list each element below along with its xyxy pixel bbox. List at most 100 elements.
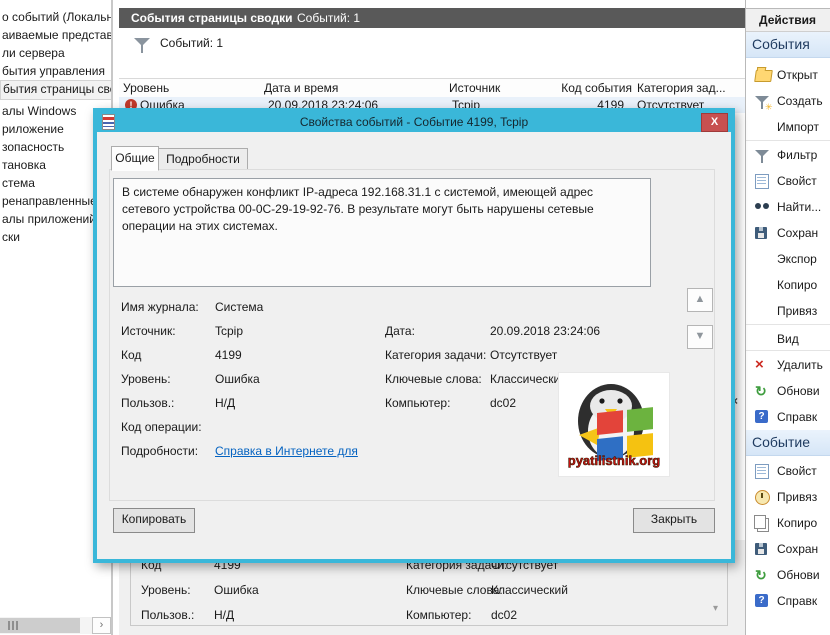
action-label: Обнови — [777, 378, 820, 404]
source-value: Tcpip — [215, 324, 243, 338]
scroll-right-button[interactable]: › — [92, 617, 111, 634]
date-label: Дата: — [385, 324, 415, 338]
online-help-link[interactable]: Справка в Интернете для — [215, 444, 358, 458]
event-action-properties[interactable]: Свойст — [746, 458, 830, 484]
event-properties-dialog: Свойства событий - Событие 4199, Tcpip X… — [93, 108, 735, 563]
keywords-label: Ключевые слова: — [385, 372, 482, 386]
preview-scroll-down-icon[interactable]: ▾ — [713, 603, 718, 614]
action-open-saved-log[interactable]: Открыт — [746, 62, 830, 88]
action-label: Создать — [777, 88, 823, 114]
action-properties[interactable]: Свойст — [746, 168, 830, 194]
dialog-close-button[interactable]: X — [701, 113, 728, 132]
action-label: Привяз — [777, 298, 817, 324]
action-save-events[interactable]: Сохран — [746, 220, 830, 246]
event-action-refresh[interactable]: ↻ Обнови — [746, 562, 830, 588]
dialog-titlebar[interactable]: Свойства событий - Событие 4199, Tcpip — [97, 112, 731, 132]
tab-details[interactable]: Подробности — [158, 148, 248, 170]
level-value: Ошибка — [215, 372, 260, 386]
separator — [746, 140, 830, 141]
help-icon: ? — [755, 594, 768, 607]
action-refresh[interactable]: ↻ Обнови — [746, 378, 830, 404]
category-label: Категория задачи: — [385, 348, 486, 362]
preview-keywords-value: Классический — [491, 583, 568, 597]
tree-item-server-roles[interactable]: ли сервера — [0, 44, 112, 62]
preview-level-label: Уровень: — [141, 583, 191, 597]
column-header-level[interactable]: Уровень — [119, 79, 264, 98]
action-view[interactable]: Вид — [746, 326, 830, 352]
tree-item-summary-page-events[interactable]: бытия страницы свод — [0, 80, 112, 100]
task-clock-icon — [755, 490, 770, 505]
preview-user-label: Пользов.: — [141, 608, 194, 622]
action-create-custom-view[interactable]: Создать — [746, 88, 830, 114]
code-value: 4199 — [215, 348, 242, 362]
action-attach-task[interactable]: Привяз — [746, 298, 830, 324]
scrollbar-grip-icon — [8, 621, 18, 630]
open-folder-icon — [754, 70, 773, 82]
events-header-bar: События страницы сводки Событий: 1 — [119, 8, 745, 28]
computer-label: Компьютер: — [385, 396, 450, 410]
action-help[interactable]: ? Справк — [746, 404, 830, 430]
action-import-custom-view[interactable]: Импорт — [746, 114, 830, 140]
delete-x-icon: × — [755, 358, 770, 372]
event-action-attach-task[interactable]: Привяз — [746, 484, 830, 510]
tab-general[interactable]: Общие — [111, 146, 159, 171]
action-label: Удалить — [777, 352, 823, 378]
event-viewer-window: о событий (Локальнь аиваемые представле … — [0, 0, 830, 635]
previous-event-button[interactable]: ▲ — [687, 288, 713, 312]
action-label: Справк — [777, 588, 817, 614]
help-icon: ? — [755, 410, 768, 423]
section-header-event[interactable]: Событие — [746, 430, 830, 456]
action-label: Копиро — [777, 510, 817, 536]
scrollbar-thumb[interactable] — [0, 618, 80, 633]
separator — [746, 324, 830, 325]
next-event-button[interactable]: ▼ — [687, 325, 713, 349]
category-value: Отсутствует — [490, 348, 557, 362]
action-find[interactable]: Найти... — [746, 194, 830, 220]
event-action-help[interactable]: ? Справк — [746, 588, 830, 614]
copy-button[interactable]: Копировать — [113, 508, 195, 533]
action-filter-current-log[interactable]: Фильтр — [746, 142, 830, 168]
event-action-copy[interactable]: Копиро — [746, 510, 830, 536]
dialog-title: Свойства событий - Событие 4199, Tcpip — [300, 115, 528, 129]
tree-item-admin-events[interactable]: бытия управления — [0, 62, 112, 80]
action-delete[interactable]: × Удалить — [746, 352, 830, 378]
refresh-icon: ↻ — [755, 568, 770, 582]
separator — [746, 350, 830, 351]
filter-count-label: Событий: 1 — [160, 36, 223, 50]
column-header-source[interactable]: Источник — [445, 79, 552, 98]
action-label: Обнови — [777, 562, 820, 588]
column-header-category[interactable]: Категория зад... — [633, 79, 749, 98]
actions-panel: Действия События Открыт Создать Импорт Ф… — [745, 0, 830, 635]
section-header-events[interactable]: События — [746, 32, 830, 58]
action-label: Найти... — [777, 194, 821, 220]
date-value: 20.09.2018 23:24:06 — [490, 324, 600, 338]
action-label: Вид — [777, 326, 799, 352]
log-name-value: Система — [215, 300, 263, 314]
action-label: Свойст — [777, 168, 817, 194]
preview-computer-label: Компьютер: — [406, 608, 471, 622]
refresh-icon: ↻ — [755, 384, 770, 398]
binoculars-icon — [755, 203, 770, 217]
event-description-box[interactable]: В системе обнаружен конфликт IP-адреса 1… — [113, 178, 651, 287]
preview-keywords-label: Ключевые слова: — [406, 583, 503, 597]
tree-hscrollbar: › — [0, 617, 112, 634]
tree-item-custom-views[interactable]: аиваемые представле — [0, 26, 112, 44]
properties-icon — [755, 174, 769, 189]
keywords-value: Классический — [490, 372, 567, 386]
action-label: Привяз — [777, 484, 817, 510]
action-export[interactable]: Экспор — [746, 246, 830, 272]
preview-computer-value: dc02 — [491, 608, 517, 622]
copy-pages-icon — [757, 518, 769, 532]
event-document-icon — [102, 114, 115, 130]
filter-funnel-icon — [755, 150, 769, 157]
watermark-text: pyatilistnik.org — [568, 453, 661, 468]
tree-item-root[interactable]: о событий (Локальнь — [0, 8, 112, 26]
table-header-row: Уровень Дата и время Источник Код событи… — [119, 78, 745, 99]
action-copy[interactable]: Копиро — [746, 272, 830, 298]
log-name-label: Имя журнала: — [121, 300, 199, 314]
close-button[interactable]: Закрыть — [633, 508, 715, 533]
event-action-save[interactable]: Сохран — [746, 536, 830, 562]
column-header-datetime[interactable]: Дата и время — [260, 79, 449, 98]
action-label: Сохран — [777, 536, 818, 562]
column-header-event-id[interactable]: Код события — [548, 79, 637, 98]
